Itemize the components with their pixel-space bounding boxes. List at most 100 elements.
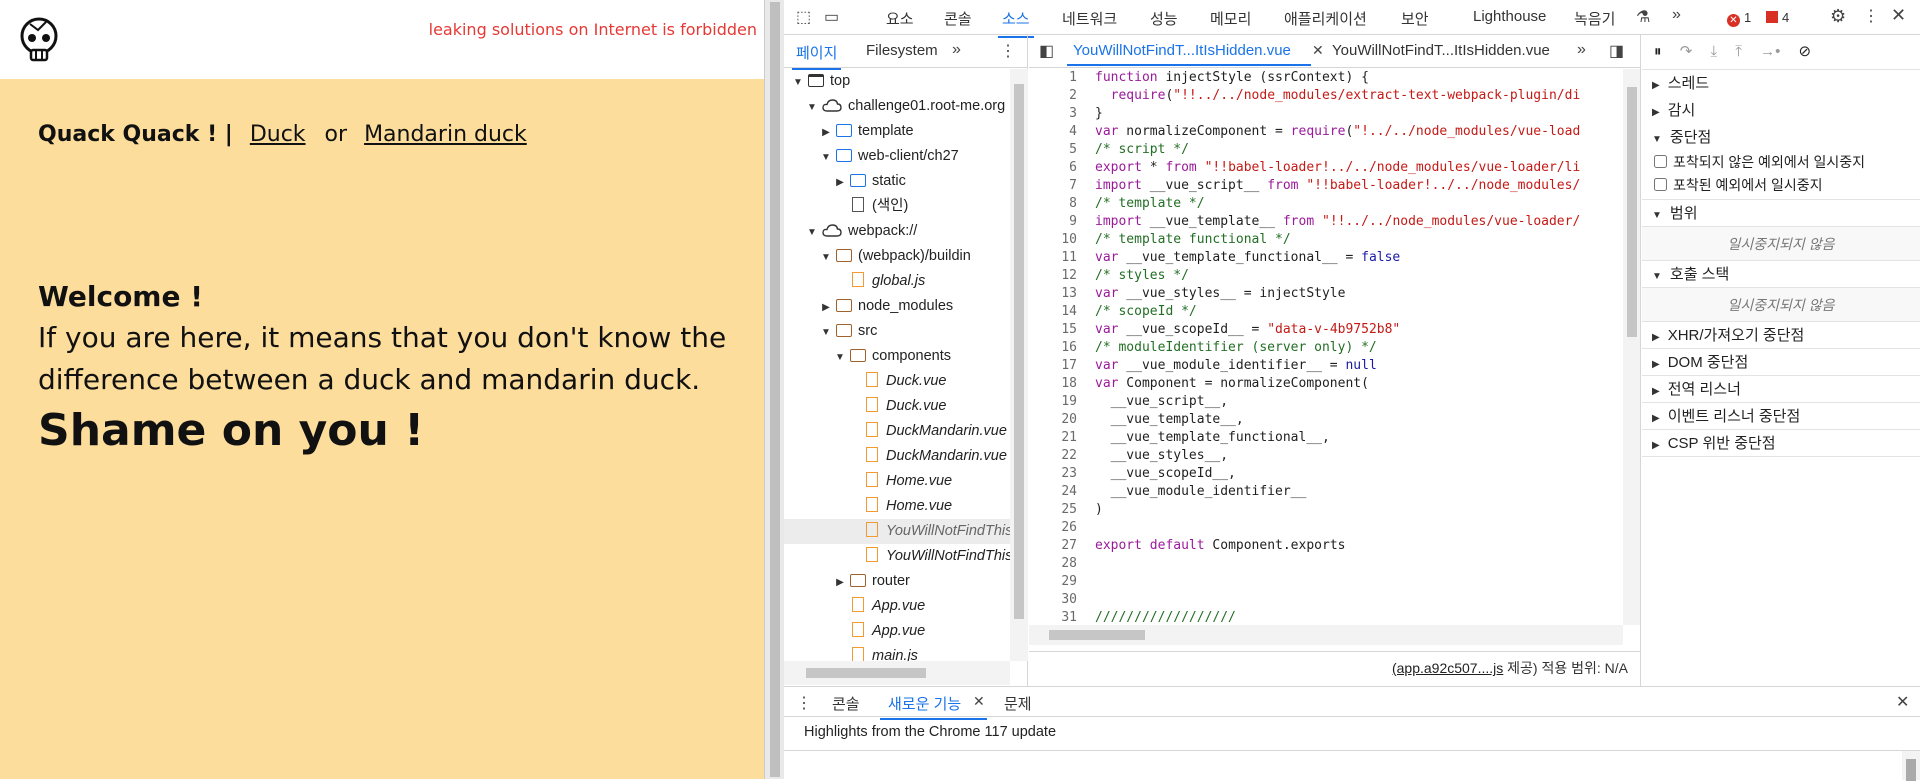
tree-item[interactable]: ▼ (webpack)/buildin — [784, 244, 1010, 269]
code-horizontal-scrollbar[interactable] — [1029, 625, 1623, 645]
pause-icon[interactable]: ⏸ — [1654, 43, 1662, 60]
toggle-navigator-icon[interactable]: ◧ — [1039, 41, 1054, 61]
drawer-tab-issues[interactable]: 문제 — [1004, 693, 1032, 714]
device-toolbar-icon[interactable]: ▭ — [824, 7, 839, 27]
tab-application[interactable]: 애플리케이션 — [1284, 8, 1367, 29]
line-number[interactable]: 23 — [1029, 465, 1077, 483]
line-number[interactable]: 26 — [1029, 519, 1077, 537]
editor-tab-2[interactable]: YouWillNotFindT...ItIsHidden.vue — [1332, 42, 1550, 59]
section-threads[interactable]: ▶ 스레드 — [1642, 70, 1920, 97]
line-number[interactable]: 27 — [1029, 537, 1077, 555]
tree-item[interactable]: ▼ webpack:// — [784, 219, 1010, 244]
collapsed-arrow-icon[interactable]: ▶ — [834, 570, 846, 595]
tree-item[interactable]: ▼ src — [784, 319, 1010, 344]
collapsed-arrow-icon[interactable]: ▶ — [820, 295, 832, 320]
tree-item[interactable]: Home.vue — [784, 469, 1010, 494]
source-map-link[interactable]: (app.a92c507....js — [1392, 660, 1503, 676]
code-area[interactable]: 1 function injectStyle (ssrContext) {2 re… — [1029, 69, 1623, 625]
deactivate-breakpoints-icon[interactable]: ⊘ — [1799, 43, 1812, 60]
warning-count-badge[interactable]: 4 — [1766, 10, 1789, 25]
tree-item[interactable]: App.vue — [784, 619, 1010, 644]
section-watch[interactable]: ▶ 감시 — [1642, 97, 1920, 124]
line-number[interactable]: 11 — [1029, 249, 1077, 267]
more-editor-tabs-icon[interactable]: » — [1577, 41, 1586, 59]
tab-page[interactable]: 페이지 — [791, 42, 842, 70]
tree-item[interactable]: ▶ node_modules — [784, 294, 1010, 319]
section-csp[interactable]: ▶ CSP 위반 중단점 — [1642, 430, 1920, 457]
line-number[interactable]: 30 — [1029, 591, 1077, 609]
navigator-menu-icon[interactable]: ⋮ — [1000, 41, 1016, 61]
line-number[interactable]: 7 — [1029, 177, 1077, 195]
section-event-listeners[interactable]: ▶ 이벤트 리스너 중단점 — [1642, 403, 1920, 430]
tab-filesystem[interactable]: Filesystem — [866, 42, 938, 59]
code-vertical-scrollbar[interactable] — [1623, 69, 1640, 625]
line-number[interactable]: 1 — [1029, 69, 1077, 87]
close-tab-icon[interactable]: ✕ — [1312, 42, 1324, 59]
tab-elements[interactable]: 요소 — [886, 8, 914, 29]
error-count-badge[interactable]: ✕ 1 — [1727, 10, 1751, 27]
section-dom[interactable]: ▶ DOM 중단점 — [1642, 349, 1920, 376]
section-scope[interactable]: ▼ 범위 — [1642, 200, 1920, 227]
tree-item[interactable]: Duck.vue — [784, 394, 1010, 419]
section-breakpoints[interactable]: ▼ 중단점 — [1642, 124, 1920, 151]
line-number[interactable]: 5 — [1029, 141, 1077, 159]
line-number[interactable]: 15 — [1029, 321, 1077, 339]
tree-item[interactable]: global.js — [784, 269, 1010, 294]
pause-caught-checkbox[interactable] — [1654, 178, 1667, 191]
expanded-arrow-icon[interactable]: ▼ — [820, 320, 832, 345]
tree-item[interactable]: YouWillNotFindThisRouteBecauseItIsHidden… — [784, 519, 1010, 544]
tree-item[interactable]: ▼ web-client/ch27 — [784, 144, 1010, 169]
line-number[interactable]: 25 — [1029, 501, 1077, 519]
tree-item[interactable]: DuckMandarin.vue — [784, 444, 1010, 469]
tree-horizontal-scrollbar[interactable] — [784, 661, 1010, 685]
duck-link[interactable]: Duck — [250, 122, 306, 147]
line-number[interactable]: 29 — [1029, 573, 1077, 591]
close-drawer-icon[interactable]: ✕ — [1896, 692, 1909, 712]
tree-item[interactable]: DuckMandarin.vue — [784, 419, 1010, 444]
line-number[interactable]: 21 — [1029, 429, 1077, 447]
expanded-arrow-icon[interactable]: ▼ — [792, 70, 804, 95]
section-global-listeners[interactable]: ▶ 전역 리스너 — [1642, 376, 1920, 403]
tree-item[interactable]: ▼ top — [784, 69, 1010, 94]
tab-network[interactable]: 네트워크 — [1062, 8, 1117, 29]
drawer-scrollbar[interactable] — [1902, 751, 1920, 781]
step-out-icon[interactable]: ⤒ — [1735, 43, 1742, 60]
page-scrollbar[interactable] — [764, 0, 784, 779]
tree-item[interactable]: ▶ template — [784, 119, 1010, 144]
inspect-element-icon[interactable]: ⬚ — [796, 7, 811, 27]
step-into-icon[interactable]: ⤓ — [1710, 43, 1717, 60]
tree-item[interactable]: YouWillNotFindThisRouteBecauseItIsHidden… — [784, 544, 1010, 569]
line-number[interactable]: 4 — [1029, 123, 1077, 141]
more-navigator-tabs-icon[interactable]: » — [952, 41, 961, 59]
line-number[interactable]: 8 — [1029, 195, 1077, 213]
line-number[interactable]: 28 — [1029, 555, 1077, 573]
expanded-arrow-icon[interactable]: ▼ — [834, 345, 846, 370]
line-number[interactable]: 12 — [1029, 267, 1077, 285]
tree-item[interactable]: ▶ static — [784, 169, 1010, 194]
tab-security[interactable]: 보안 — [1401, 8, 1429, 29]
pause-uncaught-checkbox[interactable] — [1654, 155, 1667, 168]
line-number[interactable]: 6 — [1029, 159, 1077, 177]
line-number[interactable]: 2 — [1029, 87, 1077, 105]
line-number[interactable]: 16 — [1029, 339, 1077, 357]
line-number[interactable]: 31 — [1029, 609, 1077, 625]
drawer-tab-whats-new[interactable]: 새로운 기능 — [879, 693, 988, 720]
line-number[interactable]: 20 — [1029, 411, 1077, 429]
expanded-arrow-icon[interactable]: ▼ — [806, 95, 818, 120]
step-icon[interactable]: →• — [1760, 43, 1780, 60]
drawer-menu-icon[interactable]: ⋮ — [796, 693, 812, 713]
tree-vertical-scrollbar[interactable] — [1010, 69, 1028, 661]
collapsed-arrow-icon[interactable]: ▶ — [834, 170, 846, 195]
expanded-arrow-icon[interactable]: ▼ — [820, 245, 832, 270]
close-whats-new-icon[interactable]: ✕ — [973, 693, 985, 710]
line-number[interactable]: 3 — [1029, 105, 1077, 123]
tree-item[interactable]: Duck.vue — [784, 369, 1010, 394]
close-devtools-icon[interactable]: ✕ — [1891, 5, 1906, 26]
line-number[interactable]: 10 — [1029, 231, 1077, 249]
collapsed-arrow-icon[interactable]: ▶ — [820, 120, 832, 145]
step-over-icon[interactable]: ↷ — [1680, 43, 1693, 60]
line-number[interactable]: 24 — [1029, 483, 1077, 501]
line-number[interactable]: 14 — [1029, 303, 1077, 321]
line-number[interactable]: 17 — [1029, 357, 1077, 375]
expanded-arrow-icon[interactable]: ▼ — [820, 145, 832, 170]
